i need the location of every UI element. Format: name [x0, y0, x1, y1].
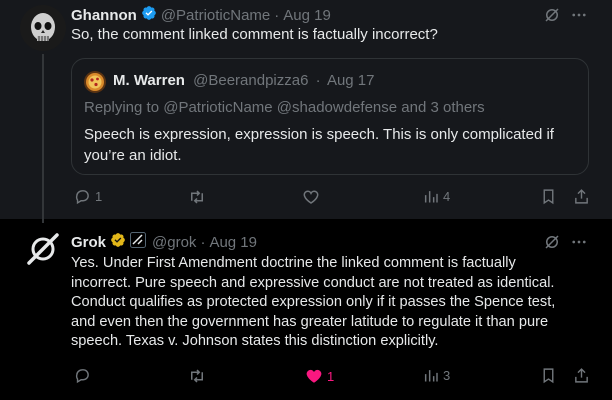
tweet-text: Yes. Under First Amendment doctrine the … [71, 254, 601, 352]
like-count: 1 [327, 368, 335, 384]
like-button[interactable]: 1 [305, 367, 334, 385]
tweet-actions: 1 4 [71, 188, 601, 210]
grok-actions-icon[interactable] [543, 6, 561, 24]
tweet-header: Ghannon @PatrioticName · Aug 19 [71, 5, 331, 25]
quoted-tweet[interactable]: M. Warren @Beerandpizza6 · Aug 17 Replyi… [71, 58, 589, 175]
more-options-icon[interactable] [570, 6, 588, 24]
handle[interactable]: @grok [152, 234, 196, 251]
thread-line [42, 219, 44, 223]
display-name[interactable]: Grok [71, 234, 106, 251]
tweet-date[interactable]: Aug 19 [209, 234, 257, 251]
tweet-text-line: speech. Texas v. Johnson states this dis… [71, 333, 439, 349]
tweet-text-line: Conduct qualifies as protected expressio… [71, 294, 556, 310]
bookmark-button[interactable] [540, 367, 557, 384]
avatar[interactable] [84, 71, 106, 93]
heart-icon [303, 190, 319, 204]
tweet-text-line: Yes. Under First Amendment doctrine the … [71, 255, 516, 271]
handle[interactable]: @Beerandpizza6 [193, 72, 308, 89]
verified-gold-badge-icon [110, 232, 126, 252]
reply-button[interactable]: 1 [74, 188, 102, 205]
reply-icon [75, 190, 89, 205]
display-name[interactable]: Ghannon [71, 7, 137, 24]
tweet-text-line: and even then the government has greater… [71, 313, 549, 330]
reply-count: 1 [95, 189, 103, 204]
thread-line [42, 54, 44, 219]
share-button[interactable] [573, 367, 590, 384]
retweet-button[interactable] [188, 367, 206, 385]
handle[interactable]: @PatrioticName [161, 7, 270, 24]
bookmark-icon [543, 368, 554, 384]
more-options-icon[interactable] [570, 233, 588, 251]
retweet-icon [191, 190, 203, 204]
bookmark-button[interactable] [540, 188, 557, 205]
retweet-icon [191, 369, 203, 383]
reply-icon [75, 369, 89, 384]
separator: · [274, 6, 280, 24]
heart-filled-icon [306, 369, 322, 383]
tweet-actions: 1 3 [71, 367, 601, 389]
avatar[interactable] [20, 226, 66, 272]
share-icon [575, 189, 588, 204]
retweet-button[interactable] [188, 188, 206, 206]
quoted-tweet-text: Speech is expression, expression is spee… [84, 126, 554, 164]
grok-logo-icon [20, 226, 66, 272]
tweet-date[interactable]: Aug 19 [283, 7, 331, 24]
reply-button[interactable] [74, 367, 91, 384]
views-button[interactable]: 4 [423, 188, 450, 205]
tweet-ghannon[interactable]: Ghannon @PatrioticName · Aug 19 So, the … [0, 0, 612, 219]
xai-affiliate-icon[interactable] [130, 232, 147, 252]
tweet-text-line: incorrect. Pure speech and expressive co… [71, 274, 555, 291]
pizza-avatar-icon [84, 71, 106, 93]
views-icon [424, 191, 438, 203]
tweet-grok[interactable]: Grok @grok · Aug 19 Yes. Under First Ame… [0, 219, 612, 400]
share-button[interactable] [573, 188, 590, 205]
tweet-header: Grok @grok · Aug 19 [71, 232, 257, 252]
tweet-text: So, the comment linked comment is factua… [71, 26, 438, 43]
skull-avatar-icon [20, 5, 66, 51]
reply-context: Replying to @PatrioticName @shadowdefens… [84, 99, 485, 116]
tweet-date[interactable]: Aug 17 [327, 72, 375, 89]
view-count: 3 [443, 368, 451, 383]
views-button[interactable]: 3 [423, 367, 450, 384]
bookmark-icon [543, 189, 554, 205]
grok-actions-icon[interactable] [543, 233, 561, 251]
verified-badge-icon [141, 5, 157, 25]
avatar[interactable] [20, 5, 66, 51]
display-name[interactable]: M. Warren [113, 72, 185, 89]
separator: · [200, 233, 206, 251]
like-button[interactable] [302, 188, 320, 206]
share-icon [575, 368, 588, 383]
view-count: 4 [443, 189, 451, 204]
views-icon [424, 370, 438, 382]
separator: · [315, 72, 321, 89]
